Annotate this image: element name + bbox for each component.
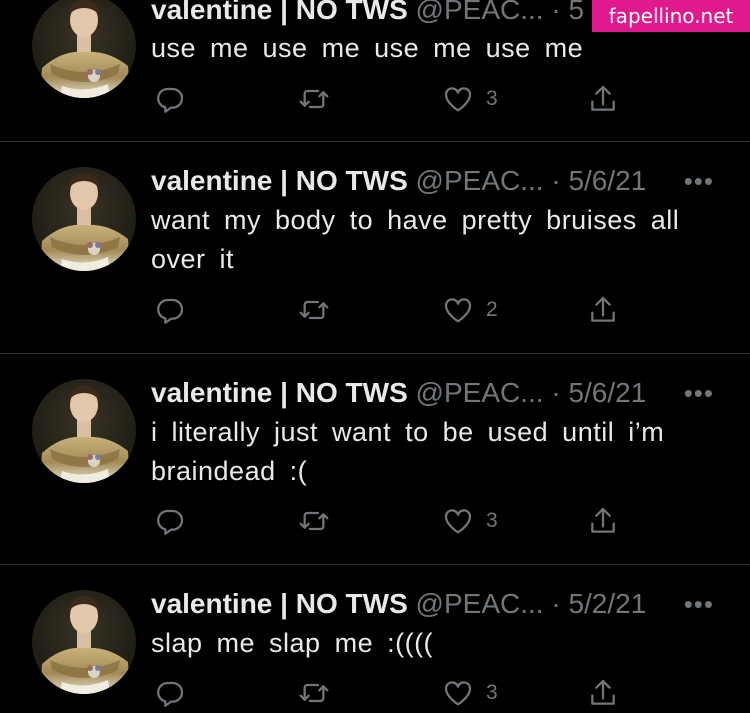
- reply-button[interactable]: [154, 673, 198, 713]
- share-button[interactable]: [587, 79, 619, 119]
- retweet-button[interactable]: [298, 501, 342, 541]
- separator-dot: ·: [551, 377, 561, 408]
- tweet-date[interactable]: 5: [568, 0, 584, 25]
- like-count: 3: [486, 509, 498, 532]
- reply-icon: [154, 294, 186, 326]
- separator-dot: ·: [551, 0, 561, 25]
- reply-icon: [154, 677, 186, 709]
- heart-icon: [442, 83, 474, 115]
- display-name[interactable]: valentine | NO TWS: [151, 0, 408, 25]
- display-name[interactable]: valentine | NO TWS: [151, 165, 408, 196]
- avatar[interactable]: [32, 167, 136, 271]
- tweet-date[interactable]: 5/6/21: [568, 377, 646, 408]
- display-name[interactable]: valentine | NO TWS: [151, 588, 408, 619]
- share-icon: [587, 294, 619, 326]
- share-icon: [587, 83, 619, 115]
- retweet-button[interactable]: [298, 79, 342, 119]
- like-button[interactable]: 3: [442, 673, 498, 713]
- user-handle[interactable]: @PEAC...: [416, 165, 544, 196]
- tweet-actions: 3: [150, 673, 630, 713]
- more-icon[interactable]: •••: [684, 163, 714, 199]
- retweet-icon: [298, 505, 330, 537]
- separator-dot: ·: [551, 165, 561, 196]
- tweet-text: i literally just want to be used until i…: [151, 417, 665, 486]
- tweet-actions: 3: [150, 79, 630, 119]
- reply-button[interactable]: [154, 501, 198, 541]
- reply-button[interactable]: [154, 79, 198, 119]
- tweet-actions: 2: [150, 290, 630, 330]
- reply-icon: [154, 83, 186, 115]
- share-button[interactable]: [587, 501, 619, 541]
- like-count: 3: [486, 681, 498, 704]
- share-icon: [587, 677, 619, 709]
- share-icon: [587, 505, 619, 537]
- user-handle[interactable]: @PEAC...: [416, 377, 544, 408]
- like-button[interactable]: 3: [442, 79, 498, 119]
- watermark: fapellino.net: [592, 0, 750, 32]
- heart-icon: [442, 677, 474, 709]
- heart-icon: [442, 505, 474, 537]
- tweet-text: slap me slap me :((((: [151, 628, 434, 658]
- separator-dot: ·: [551, 588, 561, 619]
- tweet[interactable]: valentine | NO TWS @PEAC... · 5/2/21 •••…: [0, 565, 750, 704]
- tweet-header: valentine | NO TWS @PEAC... · 5/6/21 •••: [151, 375, 720, 411]
- like-count: 3: [486, 87, 498, 110]
- reply-icon: [154, 505, 186, 537]
- avatar[interactable]: [32, 590, 136, 694]
- avatar[interactable]: [32, 379, 136, 483]
- tweet-header: valentine | NO TWS @PEAC... · 5/2/21 •••: [151, 586, 720, 622]
- more-icon[interactable]: •••: [684, 586, 714, 622]
- tweet[interactable]: valentine | NO TWS @PEAC... · 5/6/21 •••…: [0, 354, 750, 565]
- retweet-button[interactable]: [298, 673, 342, 713]
- retweet-icon: [298, 294, 330, 326]
- like-button[interactable]: 3: [442, 501, 498, 541]
- tweet-date[interactable]: 5/6/21: [568, 165, 646, 196]
- heart-icon: [442, 294, 474, 326]
- avatar[interactable]: [32, 0, 136, 98]
- tweet-date[interactable]: 5/2/21: [568, 588, 646, 619]
- like-button[interactable]: 2: [442, 290, 498, 330]
- share-button[interactable]: [587, 673, 619, 713]
- tweet-header: valentine | NO TWS @PEAC... · 5/6/21 •••: [151, 163, 720, 199]
- user-handle[interactable]: @PEAC...: [416, 0, 544, 25]
- more-icon[interactable]: •••: [684, 375, 714, 411]
- tweet[interactable]: valentine | NO TWS @PEAC... · 5/6/21 •••…: [0, 142, 750, 354]
- user-handle[interactable]: @PEAC...: [416, 588, 544, 619]
- reply-button[interactable]: [154, 290, 198, 330]
- tweet-text: use me use me use me use me: [151, 33, 584, 63]
- retweet-button[interactable]: [298, 290, 342, 330]
- share-button[interactable]: [587, 290, 619, 330]
- tweet-actions: 3: [150, 501, 630, 541]
- tweet-text: want my body to have pretty bruises all …: [151, 205, 680, 274]
- display-name[interactable]: valentine | NO TWS: [151, 377, 408, 408]
- like-count: 2: [486, 298, 498, 321]
- retweet-icon: [298, 83, 330, 115]
- retweet-icon: [298, 677, 330, 709]
